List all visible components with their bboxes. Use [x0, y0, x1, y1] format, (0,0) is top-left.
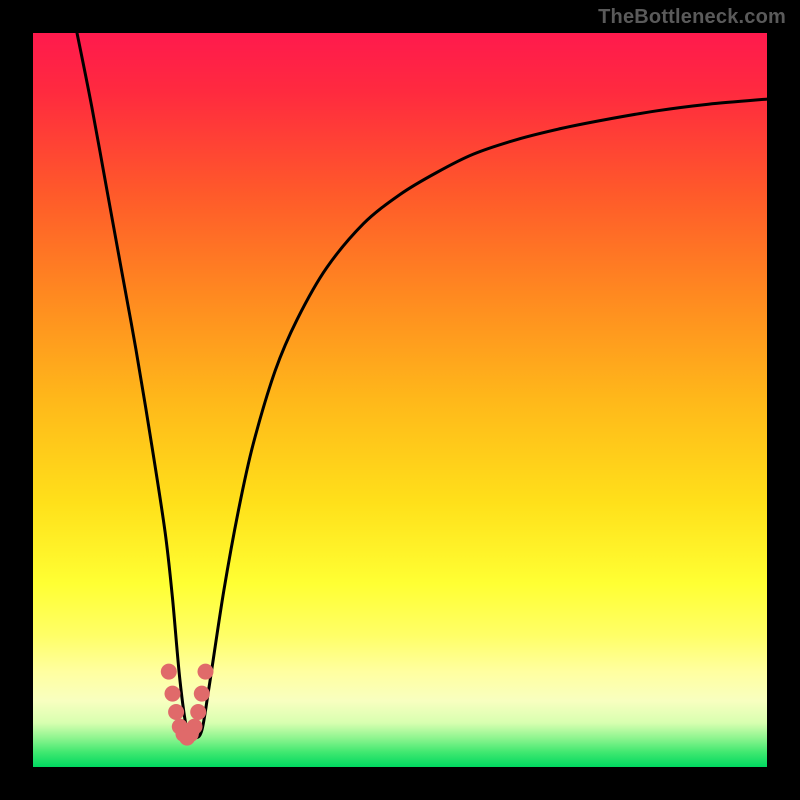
highlight-marker — [194, 686, 210, 702]
bottleneck-curve-svg — [33, 33, 767, 767]
watermark-text: TheBottleneck.com — [598, 6, 786, 29]
highlight-marker — [198, 664, 214, 680]
highlight-marker — [161, 664, 177, 680]
highlight-marker — [190, 704, 206, 720]
bottleneck-curve-line — [77, 33, 767, 738]
highlight-marker — [187, 719, 203, 735]
highlight-marker — [168, 704, 184, 720]
chart-plot-area — [33, 33, 767, 767]
highlight-marker — [165, 686, 181, 702]
